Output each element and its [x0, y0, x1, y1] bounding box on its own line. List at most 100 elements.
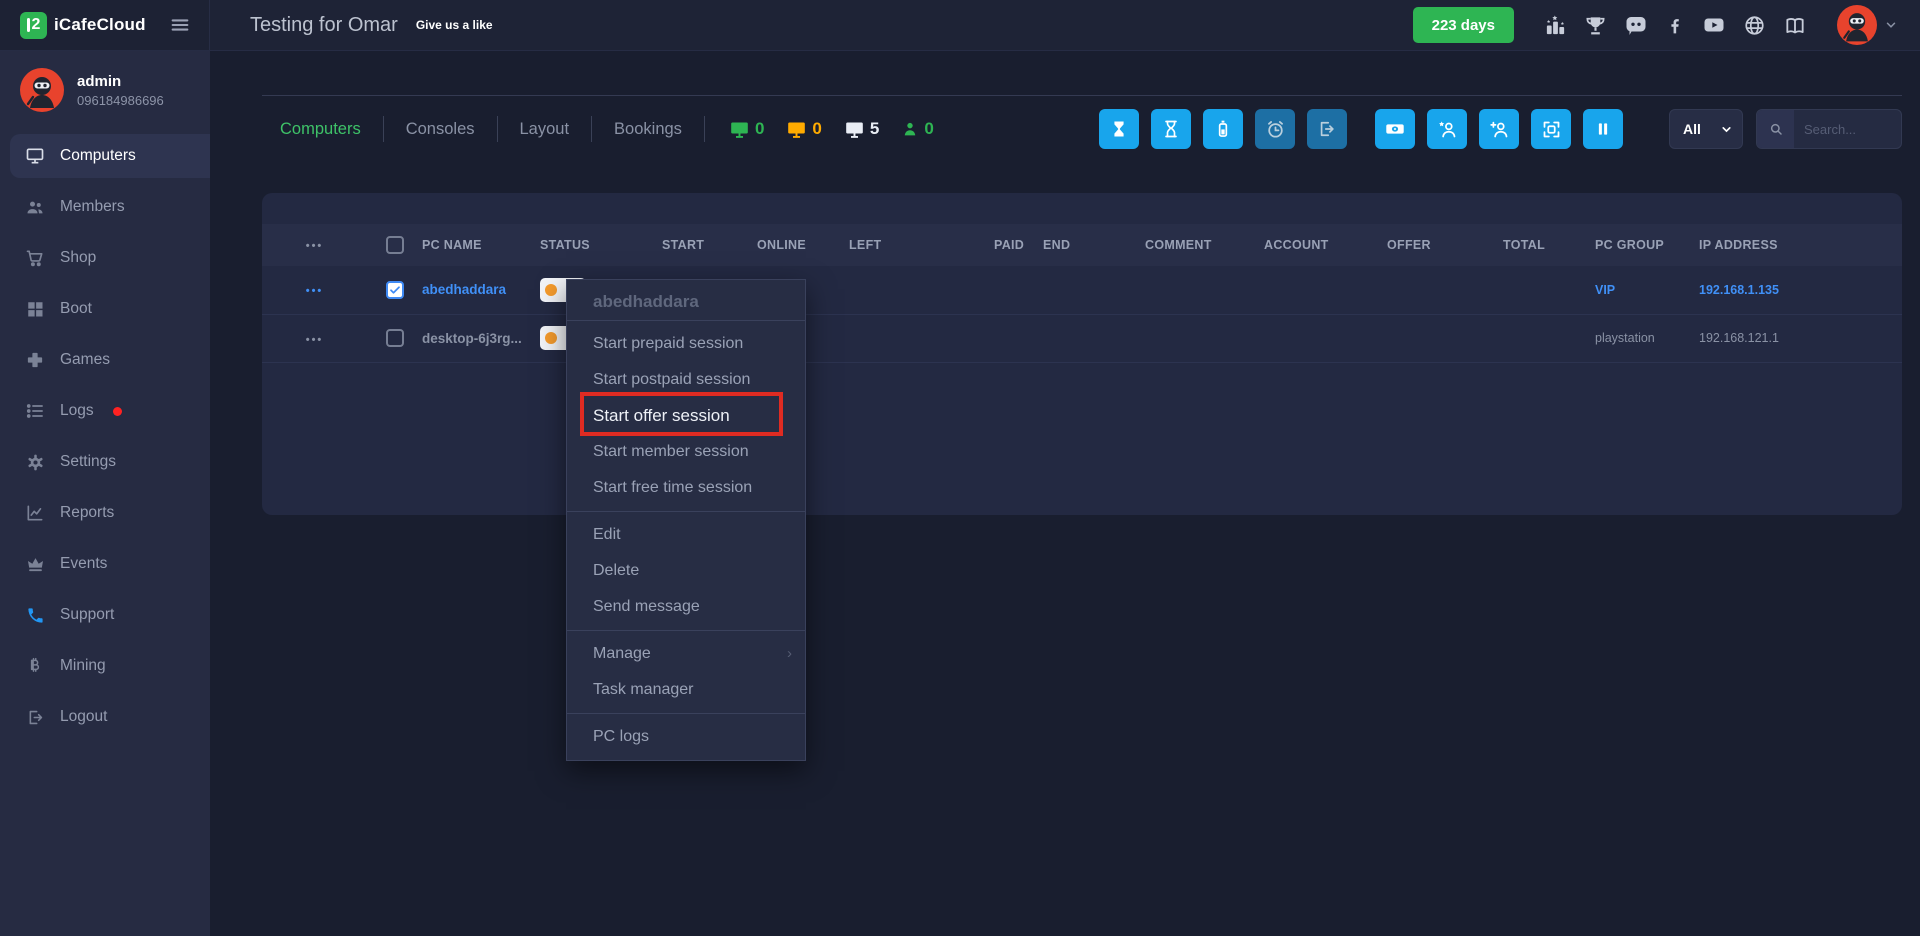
app-logo[interactable]: 2 iCafeCloud [20, 12, 146, 39]
sidebar-item-boot[interactable]: Boot [0, 287, 210, 331]
banknote-button[interactable] [1375, 109, 1415, 149]
menu-item-manage[interactable]: Manage › [567, 636, 805, 672]
ip-address-link[interactable]: 192.168.1.135 [1699, 283, 1779, 297]
sidebar-item-shop[interactable]: Shop [0, 236, 210, 280]
sidebar-item-support[interactable]: Support [0, 593, 210, 637]
row-checkbox[interactable] [386, 329, 404, 347]
chart-icon [25, 503, 45, 523]
menu-item-pc-logs[interactable]: PC logs [567, 719, 805, 755]
sidebar-item-logout[interactable]: Logout [0, 695, 210, 739]
user-menu[interactable] [1837, 5, 1898, 45]
sidebar-item-label: Logs [60, 402, 94, 420]
table-row[interactable]: ••• abedhaddara VIP 192.168.1.135 [262, 266, 1902, 314]
alarm-clock-button[interactable] [1255, 109, 1295, 149]
tab-layout[interactable]: Layout [498, 116, 593, 142]
menu-item-delete[interactable]: Delete [567, 553, 805, 589]
column-header: TOTAL [1503, 224, 1595, 266]
sidebar-nav: Computers Members Shop Boot Games Logs S… [0, 134, 210, 739]
crown-icon [25, 555, 45, 574]
trophy-icon[interactable] [1584, 14, 1607, 37]
ranking-icon[interactable] [1544, 14, 1567, 37]
sidebar-item-label: Settings [60, 453, 116, 471]
app-logo-icon: 2 [20, 12, 47, 39]
row-checkbox[interactable] [386, 281, 404, 299]
column-header: ACCOUNT [1264, 224, 1387, 266]
sidebar-item-events[interactable]: Events [0, 542, 210, 586]
status-counters: 0 0 5 0 [729, 119, 934, 140]
screenshot-frame-button[interactable] [1531, 109, 1571, 149]
user-star-button[interactable] [1427, 109, 1467, 149]
monitor-icon [844, 119, 865, 140]
sidebar-item-label: Reports [60, 504, 114, 522]
tab-computers[interactable]: Computers [262, 116, 384, 142]
sidebar-item-members[interactable]: Members [0, 185, 210, 229]
sidebar-user-card[interactable]: admin 096184986696 [0, 51, 210, 126]
column-header: PC NAME [422, 224, 540, 266]
menu-item-task-manager[interactable]: Task manager [567, 672, 805, 708]
globe-icon[interactable] [1743, 14, 1766, 37]
sidebar-item-reports[interactable]: Reports [0, 491, 210, 535]
person-icon [901, 120, 919, 138]
user-phone: 096184986696 [77, 93, 164, 108]
menu-item-send-message[interactable]: Send message [567, 589, 805, 625]
gamepad-icon [25, 351, 45, 369]
pause-icon [1594, 120, 1612, 138]
youtube-icon[interactable] [1702, 13, 1726, 37]
sidebar: admin 096184986696 Computers Members Sho… [0, 51, 210, 936]
alarm-clock-icon [1265, 119, 1286, 140]
table-row[interactable]: ••• desktop-6j3rg... playstation 192.168… [262, 314, 1902, 362]
context-menu-header: abedhaddara [567, 280, 805, 321]
cart-icon [25, 248, 45, 268]
counter-value: 0 [755, 119, 764, 139]
user-plus-icon [1489, 119, 1510, 140]
battery-button[interactable] [1203, 109, 1243, 149]
user-star-icon [1437, 119, 1458, 140]
pc-group-link[interactable]: VIP [1595, 283, 1615, 297]
battery-icon [1213, 119, 1233, 139]
sidebar-item-label: Logout [60, 708, 107, 726]
row-actions-icon[interactable]: ••• [306, 285, 324, 297]
computers-table: ••• PC NAME STATUS START ONLINE LEFT PAI… [262, 224, 1902, 363]
users-icon [25, 197, 45, 218]
social-links [1544, 13, 1807, 37]
book-icon[interactable] [1783, 14, 1807, 37]
sidebar-item-mining[interactable]: Mining [0, 644, 210, 688]
discord-icon[interactable] [1624, 13, 1648, 37]
user-plus-button[interactable] [1479, 109, 1519, 149]
sign-out-button[interactable] [1307, 109, 1347, 149]
search-input[interactable] [1794, 110, 1901, 148]
tab-bookings[interactable]: Bookings [592, 116, 705, 142]
menu-item-start-postpaid-session[interactable]: Start postpaid session [567, 362, 805, 398]
chevron-down-icon [1884, 18, 1898, 32]
hourglass-outline-button[interactable] [1151, 109, 1191, 149]
hourglass-solid-button[interactable] [1099, 109, 1139, 149]
sidebar-item-logs[interactable]: Logs [0, 389, 210, 433]
subscription-days-button[interactable]: 223 days [1413, 7, 1514, 43]
sidebar-item-settings[interactable]: Settings [0, 440, 210, 484]
search-box [1756, 109, 1902, 149]
menu-item-start-member-session[interactable]: Start member session [567, 434, 805, 470]
status-dot-icon [545, 284, 557, 296]
pc-name[interactable]: desktop-6j3rg... [422, 331, 522, 346]
facebook-icon[interactable] [1665, 14, 1685, 36]
tab-consoles[interactable]: Consoles [384, 116, 498, 142]
row-actions-icon[interactable]: ••• [306, 334, 324, 346]
hamburger-menu-icon[interactable] [169, 14, 191, 36]
context-menu-logs-section: PC logs [567, 713, 805, 760]
submenu-arrow-icon: › [787, 636, 792, 672]
select-all-checkbox[interactable] [386, 236, 404, 254]
sidebar-item-games[interactable]: Games [0, 338, 210, 382]
topbar-brand-area: 2 iCafeCloud [0, 0, 210, 50]
menu-item-edit[interactable]: Edit [567, 517, 805, 553]
bulk-actions-icon[interactable]: ••• [306, 240, 324, 252]
pc-name-link[interactable]: abedhaddara [422, 282, 506, 297]
sidebar-item-computers[interactable]: Computers [10, 134, 210, 178]
menu-item-start-prepaid-session[interactable]: Start prepaid session [567, 326, 805, 362]
pause-button[interactable] [1583, 109, 1623, 149]
give-us-a-like-link[interactable]: Give us a like [416, 18, 493, 32]
monitor-icon [25, 146, 45, 166]
filter-select[interactable]: All [1669, 109, 1743, 149]
menu-item-start-free-time-session[interactable]: Start free time session [567, 470, 805, 506]
menu-item-start-offer-session[interactable]: Start offer session [567, 398, 805, 434]
user-name: admin [77, 73, 164, 90]
